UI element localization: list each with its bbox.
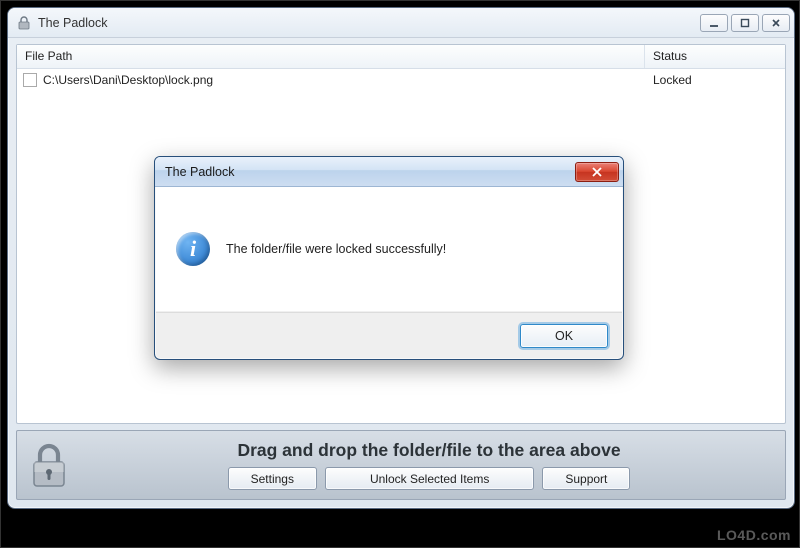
dialog-message: The folder/file were locked successfully… — [226, 242, 446, 256]
bottom-toolbar: Drag and drop the folder/file to the are… — [16, 430, 786, 500]
file-status-cell: Locked — [645, 73, 785, 87]
dialog-titlebar: The Padlock — [155, 157, 623, 187]
message-dialog: The Padlock i The folder/file were locke… — [154, 156, 624, 360]
dialog-footer: OK — [156, 312, 622, 358]
screenshot-frame: The Padlock File Path Status C — [0, 0, 800, 548]
file-path-cell: C:\Users\Dani\Desktop\lock.png — [43, 73, 213, 87]
column-header-path[interactable]: File Path — [17, 45, 645, 68]
main-window-title: The Padlock — [38, 16, 697, 30]
ok-button[interactable]: OK — [520, 324, 608, 348]
support-button[interactable]: Support — [542, 467, 630, 490]
table-row[interactable]: C:\Users\Dani\Desktop\lock.png Locked — [17, 69, 785, 91]
minimize-button[interactable] — [700, 14, 728, 32]
close-button[interactable] — [762, 14, 790, 32]
file-icon — [23, 73, 37, 87]
column-header-status[interactable]: Status — [645, 45, 785, 68]
dialog-body: i The folder/file were locked successful… — [156, 187, 622, 311]
watermark: LO4D.com — [717, 527, 791, 543]
settings-button[interactable]: Settings — [228, 467, 317, 490]
dialog-close-button[interactable] — [575, 162, 619, 182]
unlock-selected-button[interactable]: Unlock Selected Items — [325, 467, 534, 490]
main-titlebar: The Padlock — [8, 8, 794, 38]
info-icon: i — [176, 232, 210, 266]
padlock-large-icon — [27, 440, 71, 490]
dialog-title: The Padlock — [165, 165, 575, 179]
list-header: File Path Status — [17, 45, 785, 69]
padlock-icon — [16, 15, 32, 31]
maximize-button[interactable] — [731, 14, 759, 32]
drag-hint-label: Drag and drop the folder/file to the are… — [237, 440, 620, 461]
